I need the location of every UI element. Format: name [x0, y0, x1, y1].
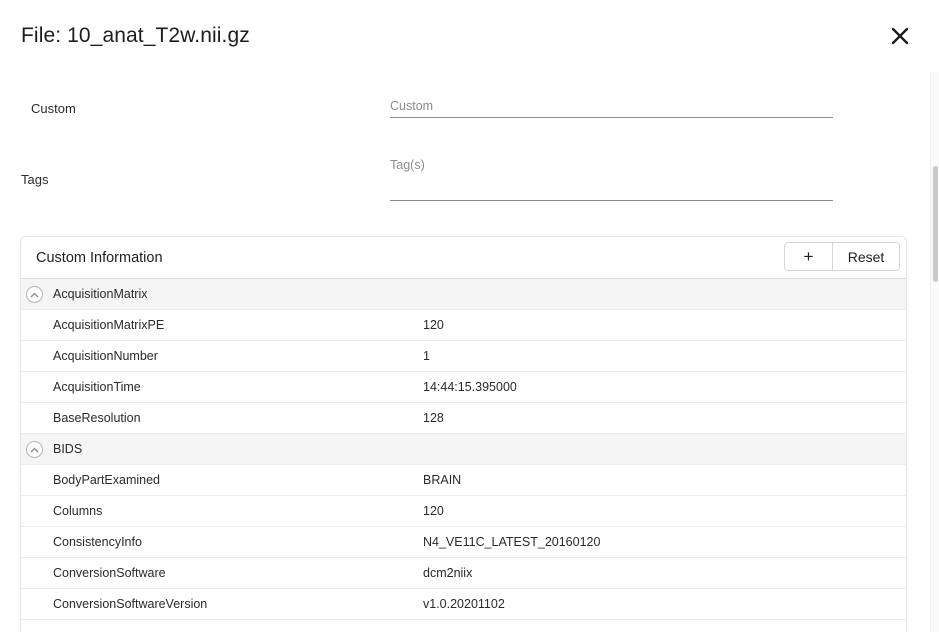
- table-row: AcquisitionMatrixPE 120: [21, 310, 906, 341]
- group-row[interactable]: AcquisitionMatrix: [21, 279, 906, 310]
- row-key: AcquisitionTime: [53, 380, 141, 394]
- row-key: Columns: [53, 504, 103, 518]
- table-row: ConversionSoftwareVersion v1.0.20201102: [21, 589, 906, 620]
- scrollbar[interactable]: [930, 72, 939, 632]
- row-value: v1.0.20201102: [423, 597, 505, 611]
- row-key: ConversionSoftwareVersion: [53, 597, 208, 611]
- chevron-up-icon[interactable]: [26, 286, 43, 303]
- custom-field-label: Custom: [31, 101, 76, 116]
- tags-input-placeholder: Tag(s): [390, 158, 425, 172]
- group-name: AcquisitionMatrix: [53, 287, 148, 301]
- dialog-title: File: 10_anat_T2w.nii.gz: [21, 24, 250, 47]
- row-key: AcquisitionMatrixPE: [53, 318, 165, 332]
- add-entry-button[interactable]: +: [785, 243, 833, 270]
- row-key: BodyPartExamined: [53, 473, 161, 487]
- tags-field-label: Tags: [21, 172, 49, 187]
- row-value: BRAIN: [423, 473, 462, 487]
- table-row: AcquisitionNumber 1: [21, 341, 906, 372]
- close-button[interactable]: [886, 22, 914, 50]
- table-row: BodyPartExamined BRAIN: [21, 465, 906, 496]
- row-value: 120: [423, 504, 444, 518]
- close-icon: [891, 27, 909, 45]
- table-row: ConversionSoftware dcm2niix: [21, 558, 906, 589]
- row-value: 128: [423, 411, 444, 425]
- tags-input[interactable]: Tag(s): [390, 156, 833, 201]
- row-key: BaseResolution: [53, 411, 141, 425]
- custom-input[interactable]: Custom: [390, 96, 833, 118]
- chevron-up-icon[interactable]: [26, 441, 43, 458]
- group-name: BIDS: [53, 442, 83, 456]
- table-row: AcquisitionTime 14:44:15.395000: [21, 372, 906, 403]
- custom-information-header: Custom Information + Reset: [21, 237, 906, 279]
- custom-information-title: Custom Information: [36, 250, 163, 266]
- row-key: ConversionSoftware: [53, 566, 166, 580]
- row-value: 14:44:15.395000: [423, 380, 517, 394]
- dialog-body: Custom Custom Tags Tag(s) Custom Informa…: [0, 72, 930, 632]
- custom-information-panel: Custom Information + Reset AcquisitionMa…: [20, 236, 907, 632]
- row-key: AcquisitionNumber: [53, 349, 158, 363]
- reset-button[interactable]: Reset: [833, 243, 899, 270]
- row-value: dcm2niix: [423, 566, 473, 580]
- custom-input-placeholder: Custom: [390, 99, 434, 113]
- scrollbar-thumb[interactable]: [933, 166, 938, 282]
- row-key: ConsistencyInfo: [53, 535, 142, 549]
- row-value: 120: [423, 318, 444, 332]
- table-row: Columns 120: [21, 496, 906, 527]
- custom-information-actions: + Reset: [784, 242, 900, 271]
- group-row[interactable]: BIDS: [21, 434, 906, 465]
- row-value: 1: [423, 349, 430, 363]
- row-value: N4_VE11C_LATEST_20160120: [423, 535, 601, 549]
- dialog-header: File: 10_anat_T2w.nii.gz: [0, 0, 939, 72]
- table-row: ConsistencyInfo N4_VE11C_LATEST_20160120: [21, 527, 906, 558]
- custom-information-rows: AcquisitionMatrix AcquisitionMatrixPE 120 A…: [21, 279, 906, 620]
- table-row: BaseResolution 128: [21, 403, 906, 434]
